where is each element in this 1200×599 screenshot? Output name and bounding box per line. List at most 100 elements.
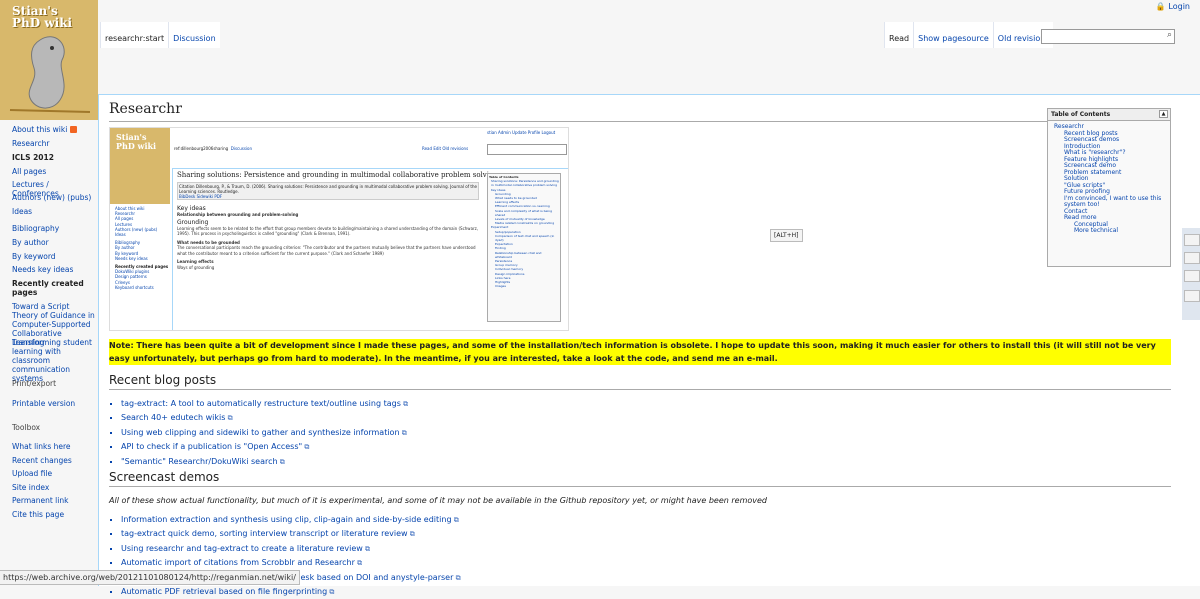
table-of-contents: Table of Contents ▲ Researchr Recent blog … (1047, 108, 1171, 267)
thumb-user-links: stian Admin Update Profile Logout (487, 130, 555, 135)
sidebar-toolbox-item[interactable]: What links here (12, 442, 96, 451)
side-button-2[interactable] (1184, 252, 1200, 264)
screenshot-thumbnail[interactable]: Stian's PhD wiki About this wiki Research… (109, 127, 569, 331)
namespace-tabs: researchr:start Discussion (100, 22, 220, 48)
thumb-sidebar: About this wiki Researchr All pages Lecture… (115, 206, 171, 290)
sidebar-item[interactable]: By author (12, 238, 96, 247)
thumb-citation-box: Citation Dillenbourg, P., & Traum, D. (2… (177, 182, 479, 200)
blog-post-link[interactable]: Search 40+ edutech wikis (121, 413, 233, 422)
thumb-sidebar-item: Ideas (115, 232, 126, 238)
toc-item[interactable]: More technical (1054, 227, 1170, 235)
thumb-toc-item: Comparison of text chat and speech (in d… (495, 233, 555, 243)
sidebar-item-label[interactable]: About this wiki (12, 125, 67, 134)
blog-post-link[interactable]: tag-extract: A tool to automatically res… (121, 399, 408, 408)
screencast-divider (109, 486, 1171, 487)
side-button-3[interactable] (1184, 270, 1200, 282)
toc-item[interactable]: I'm convinced, I want to use this system… (1054, 195, 1170, 209)
personal-tools: 🔒 Login (1155, 2, 1190, 11)
sidebar-item-label[interactable]: All pages (12, 167, 46, 176)
tab-show-pagesource[interactable]: Show pagesource (913, 22, 993, 48)
sidebar-toolbox-item[interactable]: Permanent link (12, 496, 96, 505)
thumb-bibdesk: BibDesk Sidewiki PDF (179, 194, 223, 199)
sidebar-item[interactable]: Needs key ideas (12, 265, 96, 274)
sidebar-item-label[interactable]: By author (12, 238, 49, 247)
screencast-link[interactable]: tag-extract quick demo, sorting intervie… (121, 529, 415, 538)
sidebar-item[interactable]: About this wiki (12, 125, 96, 134)
screencast-link[interactable]: Using researchr and tag-extract to creat… (121, 544, 370, 553)
heading-recent-blog-posts: Recent blog posts (109, 373, 217, 387)
lock-icon: 🔒 (1155, 2, 1166, 11)
logo-illustration-icon (9, 36, 91, 113)
blog-post-link[interactable]: "Semantic" Researchr/DokuWiki search (121, 457, 285, 466)
sidebar-toolbox-item[interactable]: Site index (12, 483, 96, 492)
sidebar-item-label: Recently created pages (12, 279, 84, 297)
search-input[interactable]: ⌕ (1041, 29, 1175, 44)
blog-post-link[interactable]: Using web clipping and sidewiki to gathe… (121, 428, 407, 437)
side-button-1[interactable] (1184, 234, 1200, 246)
blog-post-item: Search 40+ edutech wikis (121, 411, 408, 425)
thumb-toc-item: Scale and complexity of what is being sh… (495, 208, 552, 217)
screencast-link[interactable]: Automatic import of citations from Scrob… (121, 558, 362, 567)
thumb-toc-item: Sharing solutions: Persistence and groun… (491, 179, 559, 188)
thumb-tabs-right: Read Edit Old revisions (422, 146, 468, 151)
sidebar-toolbox-item[interactable]: Upload file (12, 469, 96, 478)
screencast-list: Information extraction and synthesis usi… (109, 513, 461, 599)
sidebar-item-label[interactable]: Needs key ideas (12, 265, 73, 274)
blog-post-item: "Semantic" Researchr/DokuWiki search (121, 455, 408, 469)
sidebar-item-label[interactable]: Bibliography (12, 224, 59, 233)
screencast-link[interactable]: Automatic PDF retrieval based on file fi… (121, 587, 334, 596)
thumb-grounding-text: Learning effects seem to be related to t… (177, 225, 479, 237)
blog-post-link[interactable]: API to check if a publication is "Open A… (121, 442, 309, 451)
sidebar-item[interactable]: By keyword (12, 252, 96, 261)
sidebar-item-label[interactable]: Researchr (12, 139, 50, 148)
blog-post-item: API to check if a publication is "Open A… (121, 440, 408, 454)
thumb-user-text: stian Admin Update Profile Logout (487, 130, 556, 135)
thumb-title: Sharing solutions: Persistence and groun… (177, 171, 498, 179)
thumb-toc-item: Relationship between chat and whiteboard (495, 250, 542, 259)
tab-show-pagesource-label: Show pagesource (918, 34, 989, 43)
site-logo[interactable]: Stian's PhD wiki (0, 0, 98, 120)
sidebar-item: Recently created pages (12, 279, 96, 297)
thumb-needs-text: The conversational participants reach th… (177, 245, 476, 256)
sidebar-item-label[interactable]: By keyword (12, 252, 56, 261)
thumb-tab-right-labels: Read Edit Old revisions (422, 146, 469, 151)
thumb-rel: Relationship between grounding and probl… (177, 211, 299, 217)
tab-read[interactable]: Read (884, 22, 914, 48)
screencast-item: Automatic PDF retrieval based on file fi… (121, 585, 461, 599)
sidebar-item[interactable]: Bibliography (12, 224, 96, 233)
tab-discussion[interactable]: Discussion (168, 22, 220, 48)
tab-page[interactable]: researchr:start (100, 22, 169, 48)
side-button-4[interactable] (1184, 290, 1200, 302)
sidebar-item-label[interactable]: Transforming student learning with class… (12, 338, 92, 383)
sidebar-item[interactable]: Transforming student learning with class… (12, 338, 96, 383)
title-divider (109, 121, 1171, 122)
sidebar-item[interactable]: Ideas (12, 207, 96, 216)
login-link[interactable]: Login (1168, 2, 1190, 11)
sidebar-item[interactable]: Researchr (12, 139, 96, 148)
alt-hint: [ALT+H] (770, 229, 803, 242)
screencast-link[interactable]: Information extraction and synthesis usi… (121, 515, 459, 524)
sidebar-toolbox-item[interactable]: Recent changes (12, 456, 96, 465)
thumb-toc-item: Images (495, 284, 506, 289)
sidebar-item-label[interactable]: Authors (new) (pubs) (12, 193, 91, 202)
toc-header: Table of Contents ▲ (1048, 109, 1170, 121)
sidebar-toolbox-item[interactable]: Cite this page (12, 510, 96, 519)
rss-icon[interactable] (70, 126, 78, 133)
thumb-sidebar-item: Needs key ideas (115, 255, 148, 261)
thumb-toc-item: Efficient communication vs. learning (495, 204, 550, 209)
status-bar-url: https://web.archive.org/web/201211010801… (0, 570, 300, 585)
blog-post-list: tag-extract: A tool to automatically res… (109, 397, 408, 469)
sidebar-item: ICLS 2012 (12, 153, 96, 162)
sidebar-print-item[interactable]: Printable version (12, 399, 96, 408)
toc-list: Researchr Recent blog posts Screencast dem… (1054, 123, 1170, 235)
sidebar-item-label[interactable]: Ideas (12, 207, 32, 216)
print-export-header: Print/export (12, 379, 57, 388)
thumb-search-box (487, 144, 567, 155)
toolbox-header: Toolbox (12, 423, 41, 432)
thumb-body: Key ideas Relationship between grounding… (177, 203, 483, 270)
search-icon[interactable]: ⌕ (1167, 30, 1172, 40)
sidebar-item[interactable]: Authors (new) (pubs) (12, 193, 96, 202)
toc-toggle-icon[interactable]: ▲ (1159, 110, 1168, 118)
screencast-intro: All of these show actual functionality, … (109, 496, 767, 505)
sidebar-item[interactable]: All pages (12, 167, 96, 176)
